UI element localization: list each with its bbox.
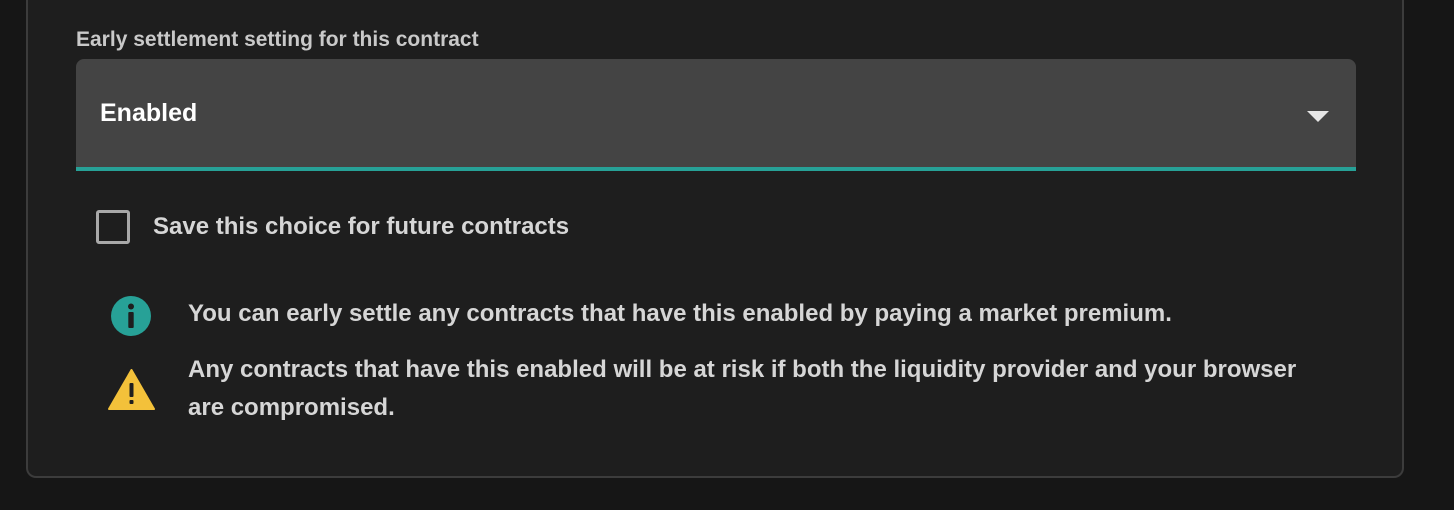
field-label: Early settlement setting for this contra… <box>76 28 479 51</box>
select-value: Enabled <box>100 99 198 127</box>
save-choice-row[interactable]: Save this choice for future contracts <box>96 207 569 247</box>
save-choice-label: Save this choice for future contracts <box>153 213 570 240</box>
warning-icon <box>108 369 155 410</box>
save-choice-checkbox[interactable] <box>96 210 130 244</box>
early-settlement-select[interactable]: Enabled <box>76 59 1356 171</box>
chevron-down-icon <box>1307 111 1329 122</box>
info-notice-text: You can early settle any contracts that … <box>188 300 1172 327</box>
warning-notice-text: Any contracts that have this enabled wil… <box>188 356 1297 421</box>
info-icon <box>111 296 151 336</box>
